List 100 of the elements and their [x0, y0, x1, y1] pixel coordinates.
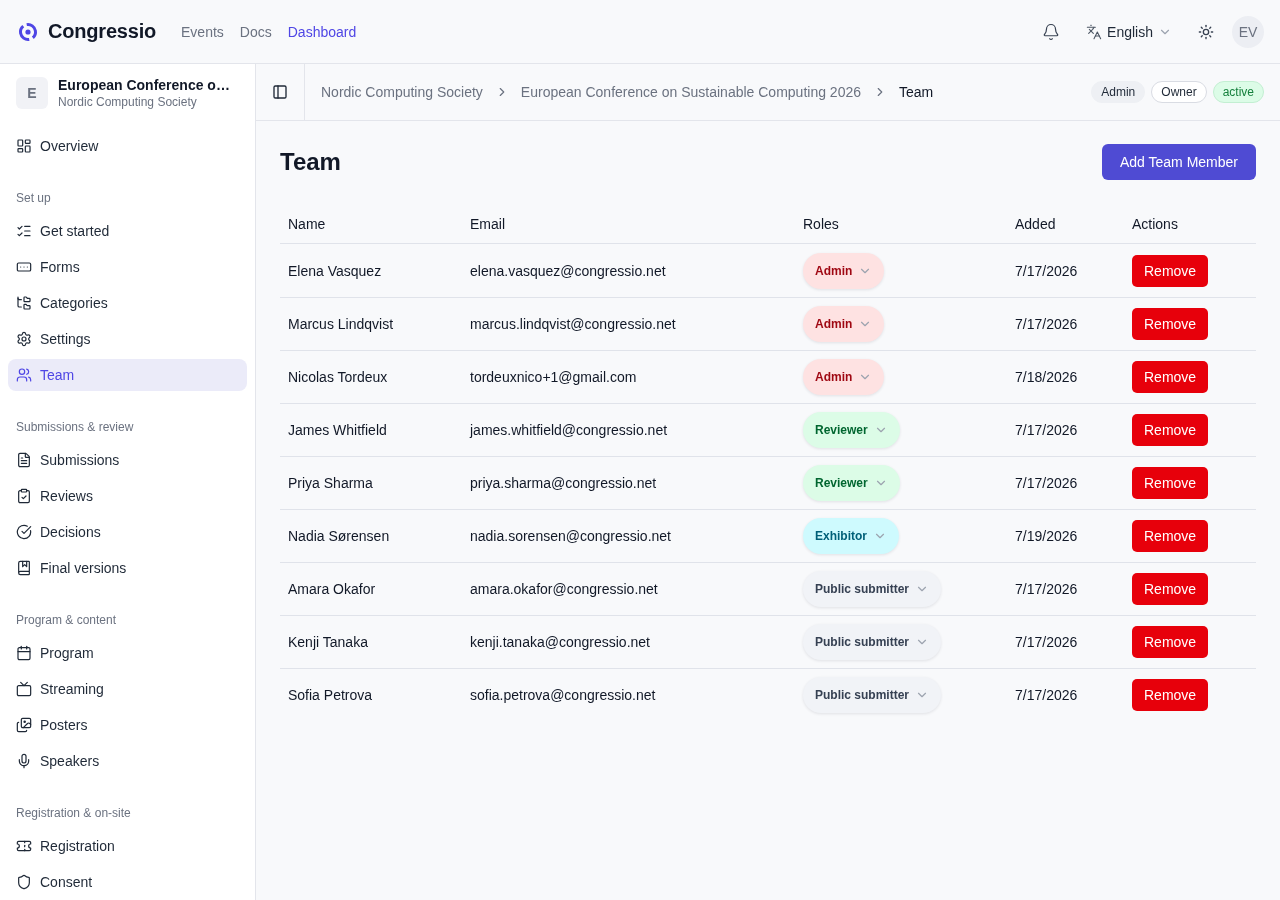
breadcrumb-current-page: Team [899, 84, 934, 100]
remove-button[interactable]: Remove [1132, 467, 1209, 499]
sidebar-item[interactable]: Settings [8, 323, 247, 355]
name-cell: Elena Vasquez [288, 262, 382, 279]
remove-button[interactable]: Remove [1132, 308, 1209, 340]
date-cell: 7/17/2026 [1015, 634, 1078, 650]
column-header: Added [1014, 214, 1057, 234]
sidebar-item[interactable]: Get started [8, 215, 247, 247]
user-avatar[interactable]: EV [1232, 15, 1264, 48]
section-label: Registration & on-site [15, 805, 132, 822]
remove-button[interactable]: Remove [1132, 414, 1209, 446]
dashboard-grid-icon [16, 138, 32, 154]
name-cell: Nadia Sørensen [288, 528, 390, 544]
sidebar-item[interactable]: Speakers [8, 745, 247, 777]
nav-link[interactable]: Dashboard [287, 23, 357, 40]
remove-button[interactable]: Remove [1132, 361, 1209, 393]
email-cell: tordeuxnico+1@gmail.com [470, 369, 637, 385]
name-cell: Kenji Tanaka [288, 634, 368, 650]
breadcrumb-link[interactable]: Nordic Computing Society [321, 84, 483, 100]
remove-button[interactable]: Remove [1132, 573, 1209, 605]
sidebar-item[interactable]: Reviews [8, 480, 247, 512]
users-icon [16, 367, 32, 383]
clipboard-check-icon [16, 488, 32, 504]
role-dropdown[interactable]: Public submitter [803, 677, 941, 713]
date-cell: 7/17/2026 [1015, 316, 1078, 332]
date-cell: 7/17/2026 [1015, 475, 1078, 491]
role-badge: Owner [1151, 81, 1207, 103]
email-cell: priya.sharma@congressio.net [470, 475, 657, 491]
email-cell: sofia.petrova@congressio.net [470, 687, 656, 703]
date-cell: 7/17/2026 [1015, 262, 1078, 279]
breadcrumb-link[interactable]: European Conference on Sustainable Computing 2026 [520, 84, 861, 100]
name-cell: Marcus Lindqvist [288, 316, 394, 332]
translate-icon [1086, 23, 1103, 40]
settings-icon [16, 331, 32, 347]
tv-icon [16, 681, 32, 697]
event-avatar: E [16, 77, 48, 109]
form-field-icon [16, 259, 32, 275]
email-cell: elena.vasquez@congressio.net [470, 262, 666, 279]
remove-button[interactable]: Remove [1132, 626, 1209, 658]
remove-button[interactable]: Remove [1132, 520, 1209, 552]
date-cell: 7/18/2026 [1015, 369, 1078, 385]
sidebar-item[interactable]: Team [8, 359, 247, 391]
nav-link[interactable]: Docs [239, 23, 272, 40]
email-cell: james.whitfield@congressio.net [470, 422, 668, 438]
page-title: Team [280, 148, 341, 176]
calendar-icon [16, 645, 32, 661]
sidebar-item[interactable]: Streaming [8, 673, 247, 705]
name-cell: Priya Sharma [288, 475, 373, 491]
images-icon [16, 717, 32, 733]
sun-icon [1198, 23, 1214, 40]
sidebar-item[interactable]: Overview [8, 130, 247, 162]
role-badge: Admin [1091, 81, 1146, 103]
bell-icon [1042, 22, 1061, 41]
role-dropdown[interactable]: Exhibitor [803, 518, 899, 554]
sidebar-item[interactable]: Final versions [8, 552, 247, 584]
panel-left-icon [272, 84, 288, 100]
role-dropdown[interactable]: Admin [803, 359, 885, 395]
organization-name: Nordic Computing Society [58, 95, 198, 109]
section-label: Set up [15, 190, 52, 207]
date-cell: 7/17/2026 [1015, 422, 1078, 438]
column-header: Roles [802, 214, 840, 234]
shield-icon [16, 874, 32, 890]
nav-link[interactable]: Events [181, 23, 224, 40]
name-cell: James Whitfield [288, 422, 387, 438]
remove-button[interactable]: Remove [1132, 254, 1209, 287]
role-dropdown[interactable]: Reviewer [803, 465, 900, 501]
add-member-button[interactable]: Add Team Member [1102, 144, 1256, 180]
check-circle-icon [16, 524, 32, 540]
sidebar-item[interactable]: Submissions [8, 444, 247, 476]
checklist-icon [16, 223, 32, 239]
column-header: Actions [1131, 214, 1179, 234]
date-cell: 7/17/2026 [1015, 581, 1078, 597]
sidebar-item[interactable]: Forms [8, 251, 247, 283]
role-dropdown[interactable]: Reviewer [803, 412, 900, 448]
language-selector[interactable]: English [1078, 15, 1180, 48]
role-dropdown[interactable]: Admin [803, 306, 885, 342]
sidebar-item[interactable]: Program [8, 637, 247, 669]
date-cell: 7/17/2026 [1015, 687, 1078, 703]
section-label: Program & content [15, 612, 118, 629]
status-badge: active [1212, 81, 1264, 103]
name-cell: Sofia Petrova [288, 687, 373, 703]
sidebar-item[interactable]: Categories [8, 287, 247, 319]
remove-button[interactable]: Remove [1132, 679, 1209, 711]
email-cell: marcus.lindqvist@congressio.net [470, 316, 676, 332]
role-dropdown[interactable]: Public submitter [803, 571, 941, 607]
email-cell: nadia.sorensen@congressio.net [470, 528, 671, 544]
sidebar-item[interactable]: Consent [8, 866, 247, 898]
column-header: Email [469, 214, 506, 234]
name-cell: Nicolas Tordeux [288, 369, 388, 385]
brand-name: Congressio [48, 20, 157, 43]
sidebar-item[interactable]: Decisions [8, 516, 247, 548]
name-cell: Amara Okafor [288, 581, 376, 597]
role-dropdown[interactable]: Public submitter [803, 624, 941, 660]
ticket-icon [16, 838, 32, 854]
section-label: Submissions & review [15, 419, 135, 436]
sidebar-item[interactable]: Registration [8, 830, 247, 862]
bookmarked-book-icon [16, 560, 32, 576]
role-dropdown[interactable]: Admin [803, 252, 885, 289]
sidebar-item[interactable]: Posters [8, 709, 247, 741]
folder-tree-icon [16, 295, 32, 311]
